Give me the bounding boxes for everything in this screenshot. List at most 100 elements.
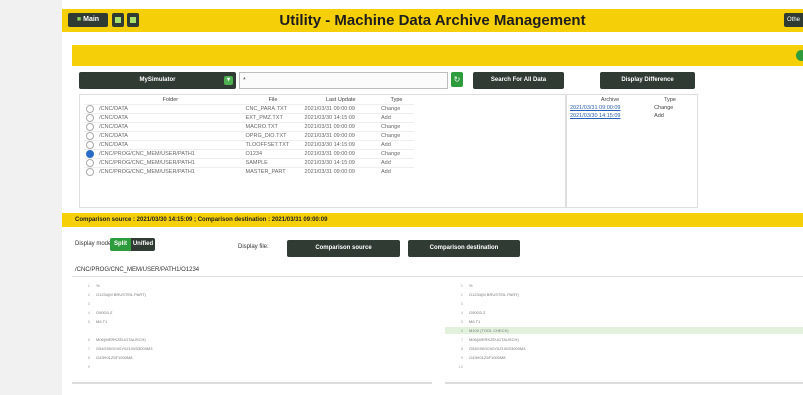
file-table-row[interactable]: /CNC/DATA MACRO.TXT 2021/03/31 09:00:09 Cha… [84, 122, 414, 132]
row-radio[interactable] [86, 123, 94, 131]
diff-line-left: 3 [72, 300, 432, 307]
diff-line-right: 10 [445, 363, 803, 370]
row-radio[interactable] [86, 150, 94, 158]
unified-toggle[interactable]: Unified [131, 238, 155, 251]
cell-file: TLOOFFSET.TXT [243, 140, 303, 150]
comparison-banner-text: Comparison source : 2021/03/30 14:15:09 … [75, 217, 328, 223]
archive-type: Add [654, 113, 664, 119]
cell-folder: /CNC/DATA [97, 140, 244, 150]
row-radio[interactable] [86, 141, 94, 149]
diff-line-left: 7 G54G90G0X0Y0Z100S3000M3 [72, 345, 432, 352]
file-table-header: Folder File Last Update Type [84, 96, 414, 105]
diff-line-left: 2 O1234(M BRUSTEIL PART) [72, 291, 432, 298]
column-header-folder: Folder [162, 97, 179, 103]
line-number: 4 [460, 310, 463, 315]
archive-link[interactable]: 2021/03/31 09:00:09 [568, 104, 652, 112]
title-bar: ■ Main Utility - Machine Data Archive Man… [62, 9, 803, 32]
line-number: 1 [460, 283, 463, 288]
column-header-type: Type [390, 97, 403, 103]
cell-file: SAMPLE [243, 158, 303, 168]
archive-table-body: 2021/03/31 09:00:09 Change 2021/03/30 14:1… [568, 104, 688, 120]
column-header-archive: Archive [600, 97, 620, 103]
cell-folder: /CNC/DATA [97, 131, 244, 141]
line-number: 7 [87, 346, 90, 351]
file-table-body: /CNC/DATA CNC_PARA.TXT 2021/03/31 09:00:09… [84, 104, 414, 176]
display-mode-toggle: Split Unified [110, 238, 155, 251]
cell-file: EXT_PMZ.TXT [243, 113, 303, 123]
row-select-cell [84, 122, 98, 132]
right-scrollbar[interactable] [445, 382, 803, 384]
split-toggle[interactable]: Split [110, 238, 131, 251]
cell-folder: /CNC/DATA [97, 104, 244, 114]
row-select-cell [84, 149, 98, 159]
file-table-row[interactable]: /CNC/DATA CNC_PARA.TXT 2021/03/31 09:00:09… [84, 104, 414, 114]
comparison-source-button[interactable]: Comparison source [287, 240, 400, 257]
app-window: ■ Main Utility - Machine Data Archive Man… [62, 0, 803, 395]
file-table-row[interactable]: /CNC/DATA OPRG_DIO.TXT 2021/03/31 09:00:09… [84, 131, 414, 141]
line-number: 5 [87, 319, 90, 324]
machine-select[interactable]: MySimulator ▾ [79, 72, 236, 89]
search-input[interactable]: * [239, 72, 448, 89]
file-table-row[interactable]: /CNC/PROG/CNC_MEM/USER/PATH1 SAMPLE 2021/0… [84, 158, 414, 168]
line-number: 3 [87, 301, 90, 306]
column-header-file: File [268, 97, 278, 103]
row-radio[interactable] [86, 114, 94, 122]
cell-type: Add [379, 158, 414, 168]
line-text: G54G90G0X0Y0Z100S3000M3 [469, 346, 526, 351]
cell-folder: /CNC/PROG/CNC_MEM/USER/PATH1 [97, 149, 244, 159]
cell-last-update: 2021/03/31 09:00:09 [302, 167, 380, 176]
display-difference-button[interactable]: Display Difference [600, 72, 695, 89]
cell-last-update: 2021/03/30 14:15:09 [302, 140, 380, 150]
file-table-row[interactable]: /CNC/PROG/CNC_MEM/USER/PATH1 O1234 2021/03… [84, 149, 414, 159]
refresh-button[interactable]: ↻ [451, 72, 463, 87]
row-radio[interactable] [86, 132, 94, 140]
diff-line-left [72, 327, 432, 334]
file-table-row[interactable]: /CNC/DATA TLOOFFSET.TXT 2021/03/30 14:15:0… [84, 140, 414, 150]
line-number: 4 [87, 310, 90, 315]
line-text: % [469, 283, 473, 288]
diff-line-right: 4 G90G0 Z [445, 309, 803, 316]
cell-type: Add [379, 167, 414, 176]
refresh-icon: ↻ [453, 75, 461, 84]
chevron-down-icon: ▾ [224, 76, 233, 85]
line-text: O1234(M BRUSTEIL PART) [96, 292, 146, 297]
line-number: 9 [460, 355, 463, 360]
line-number: 2 [460, 292, 463, 297]
line-number: 10 [458, 364, 463, 369]
diff-line-left: 9 [72, 363, 432, 370]
row-radio[interactable] [86, 105, 94, 113]
archive-link[interactable]: 2021/03/30 14:15:09 [568, 112, 652, 120]
comparison-destination-button[interactable]: Comparison destination [408, 240, 520, 257]
row-select-cell [84, 167, 98, 176]
page-title: Utility - Machine Data Archive Managemen… [279, 12, 586, 29]
diff-line-right: 3 [445, 300, 803, 307]
line-text: O1234(M BRUSTEIL PART) [469, 292, 519, 297]
line-number: 6 [87, 337, 90, 342]
search-all-button[interactable]: Search For All Data [473, 72, 564, 89]
cell-last-update: 2021/03/31 09:00:09 [302, 149, 380, 159]
left-scrollbar[interactable] [72, 382, 432, 384]
archive-table-row: 2021/03/31 09:00:09 Change [568, 104, 688, 112]
cell-file: MASTER_PART [243, 167, 303, 176]
diff-line-right: 1% [445, 282, 803, 289]
archive-table: Archive Type 2021/03/31 09:00:09 Change 20… [568, 96, 688, 120]
file-table-row[interactable]: /CNC/DATA EXT_PMZ.TXT 2021/03/30 14:15:09 A… [84, 113, 414, 123]
archive-table-row: 2021/03/30 14:15:09 Add [568, 112, 688, 120]
diff-line-right: 5 M6 T1 [445, 318, 803, 325]
file-table-row[interactable]: /CNC/PROG/CNC_MEM/USER/PATH1 MASTER_PART 2… [84, 167, 414, 176]
cell-type: Add [379, 113, 414, 123]
other-button[interactable]: Othe [784, 13, 803, 27]
row-radio[interactable] [86, 159, 94, 167]
cell-type: Change [379, 149, 414, 159]
cell-type: Change [379, 104, 414, 114]
cell-last-update: 2021/03/31 09:00:09 [302, 131, 380, 141]
cell-file: CNC_PARA.TXT [243, 104, 303, 114]
status-dot-icon [796, 50, 803, 61]
row-radio[interactable] [86, 168, 94, 176]
cell-last-update: 2021/03/30 14:15:09 [302, 113, 380, 123]
diff-line-left: 1% [72, 282, 432, 289]
diff-line-right: 9 G43H01Z5F1000M8 [445, 354, 803, 361]
line-text: M6 T1 [469, 319, 481, 324]
line-text: M100 (TOOL CHECK) [469, 328, 509, 333]
diff-line-left: 5 M6 T1 [72, 318, 432, 325]
